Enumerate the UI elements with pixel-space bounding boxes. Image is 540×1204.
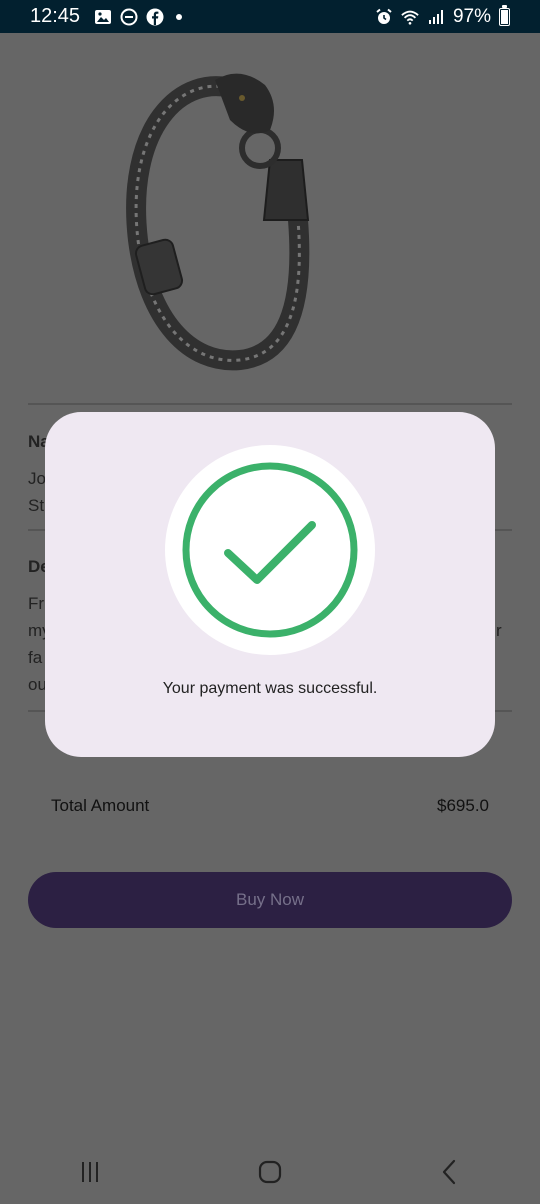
back-icon[interactable] xyxy=(420,1152,480,1192)
gallery-icon xyxy=(94,8,112,26)
checkmark-circle-icon xyxy=(182,462,358,638)
home-icon[interactable] xyxy=(240,1152,300,1192)
name-text: Jo St xyxy=(28,465,46,519)
total-label: Total Amount xyxy=(51,796,150,815)
total-row: Total Amount $695.0 xyxy=(51,796,489,816)
status-right: 97% xyxy=(375,4,510,28)
payment-success-dialog: Your payment was successful. xyxy=(45,412,495,757)
alarm-icon xyxy=(375,8,393,26)
wifi-icon xyxy=(401,8,419,26)
success-badge xyxy=(165,445,375,655)
buy-now-button[interactable]: Buy Now xyxy=(28,872,512,928)
dialog-message: Your payment was successful. xyxy=(162,680,378,697)
notification-dot-icon xyxy=(176,13,183,20)
navigation-bar xyxy=(0,1140,540,1204)
recent-apps-icon[interactable] xyxy=(60,1152,120,1192)
description-tail: r xyxy=(496,621,502,640)
status-bar: 12:45 97% xyxy=(0,0,540,33)
status-time: 12:45 xyxy=(30,5,81,27)
status-left: 12:45 xyxy=(30,5,183,28)
name-line: St xyxy=(28,496,45,515)
name-line: Jo xyxy=(28,469,46,488)
battery-percent: 97% xyxy=(452,5,491,27)
total-value: $695.0 xyxy=(437,796,489,815)
bracelet-image xyxy=(120,60,320,380)
do-not-disturb-icon xyxy=(120,8,138,26)
facebook-icon xyxy=(146,8,164,26)
battery-icon xyxy=(499,4,510,26)
divider xyxy=(28,403,512,405)
signal-icon xyxy=(427,8,445,26)
